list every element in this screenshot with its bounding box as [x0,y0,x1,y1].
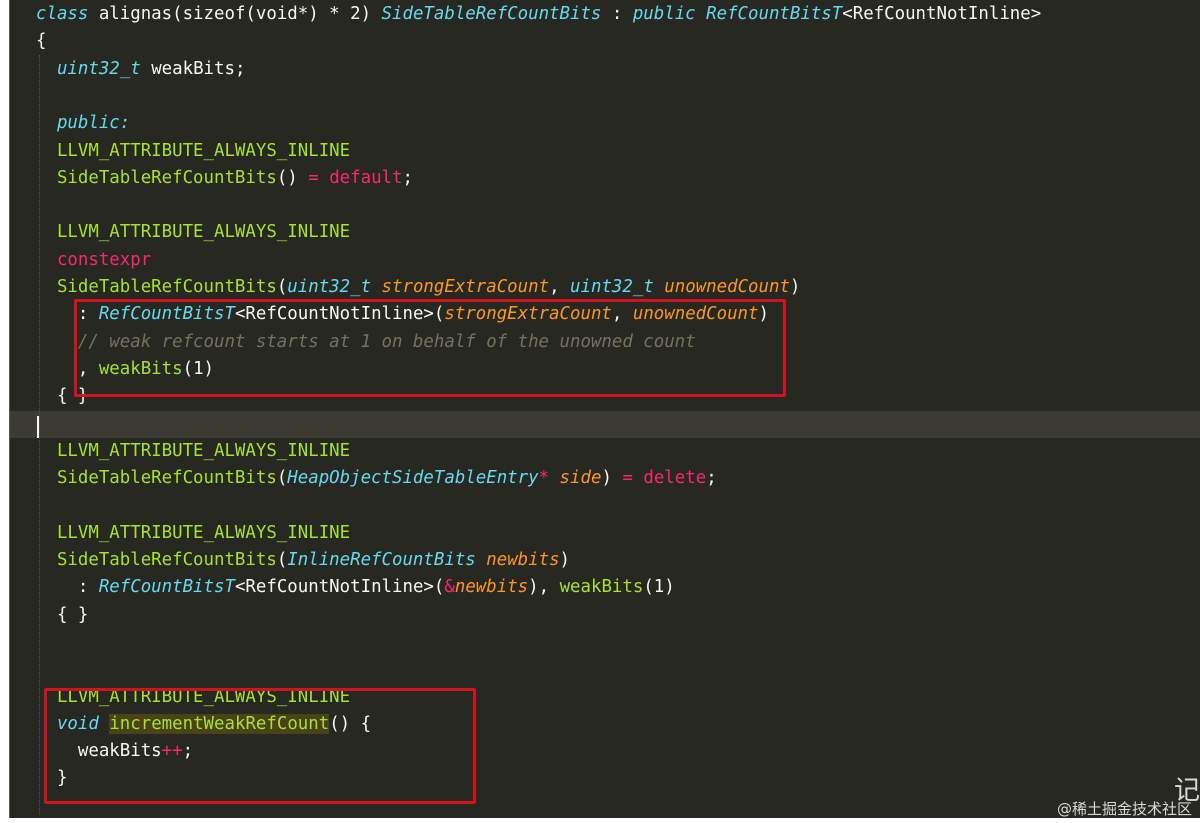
code-line[interactable]: uint32_t weakBits; [10,56,1200,83]
code-line[interactable]: { } [10,602,1200,629]
code-line[interactable] [10,656,1200,683]
code-token-plain: ( [276,550,288,570]
code-line[interactable]: LLVM_ATTRIBUTE_ALWAYS_INLINE [10,219,1200,246]
code-line[interactable]: SideTableRefCountBits(HeapObjectSideTabl… [10,465,1200,492]
code-token-param: newbits [454,577,529,598]
code-token-func: SideTableRefCountBits [36,550,277,570]
code-token-plain: <RefCountNotInline>( [234,577,445,598]
watermark: @稀土掘金技术社区 [1056,800,1192,818]
code-token-param: strongExtraCount [381,277,550,297]
code-token-func: SideTableRefCountBits [36,277,277,297]
code-token-class: RefCountBitsT [98,577,235,598]
code-token-plain: ; [706,468,717,489]
code-token-op: = [308,167,319,188]
text-caret [37,416,39,438]
code-token-op: constexpr [36,249,152,270]
code-token-plain: alignas(sizeof(void*) * 2) [88,4,382,24]
code-token-plain: <RefCountNotInline> [842,4,1042,24]
code-token-plain: : [36,577,99,598]
code-token-type: uint32_t [287,277,372,297]
code-token-func: SideTableRefCountBits [36,167,277,188]
code-token-op: default [329,167,403,188]
code-line[interactable]: SideTableRefCountBits(InlineRefCountBits… [10,547,1200,574]
code-token-keyword: class [36,4,89,24]
indent-guide [39,55,40,815]
code-line[interactable]: public: [10,110,1200,137]
code-token-plain: ( [276,277,288,297]
code-token-keyword: public [632,4,696,24]
code-token-macro: LLVM_ATTRIBUTE_ALWAYS_INLINE [36,222,351,243]
code-line[interactable] [10,83,1200,110]
code-token-func: weakBits [559,577,644,598]
code-line[interactable]: SideTableRefCountBits(uint32_t strongExt… [10,274,1200,301]
code-line[interactable] [10,192,1200,219]
code-line[interactable]: LLVM_ATTRIBUTE_ALWAYS_INLINE [10,138,1200,165]
code-token-class: HeapObjectSideTableEntry [287,468,539,489]
code-token-class: SideTableRefCountBits [381,4,602,24]
code-token-plain: : [601,4,633,24]
code-token-macro: LLVM_ATTRIBUTE_ALWAYS_INLINE [36,522,351,543]
code-line[interactable]: { [10,28,1200,55]
code-token-class: InlineRefCountBits [287,550,476,570]
code-line[interactable]: constexpr [10,247,1200,274]
code-token-op: delete [643,468,707,489]
code-line[interactable] [10,492,1200,519]
code-line[interactable]: SideTableRefCountBits() = default; [10,165,1200,192]
code-token-macro: LLVM_ATTRIBUTE_ALWAYS_INLINE [36,140,351,161]
code-token-class: RefCountBitsT [706,4,843,24]
code-line[interactable] [10,629,1200,656]
code-token-plain: { [36,31,47,52]
code-token-plain: ; [402,167,413,188]
code-token-func: SideTableRefCountBits [36,468,277,489]
code-token-op: & [444,577,455,598]
code-token-op: * [538,468,550,489]
code-line[interactable]: : RefCountBitsT<RefCountNotInline>(&newb… [10,574,1200,601]
code-token-plain: () [276,167,309,188]
code-token-plain: weakBits; [140,58,246,79]
code-line[interactable]: class alignas(sizeof(void*) * 2) SideTab… [10,1,1200,28]
code-token-param: side [559,468,602,489]
code-token-macro: LLVM_ATTRIBUTE_ALWAYS_INLINE [36,440,351,461]
annotation-box-increment-weak [44,688,476,804]
code-token-plain: ) [789,277,801,297]
code-token-param: unownedCount [664,277,790,297]
code-line[interactable]: LLVM_ATTRIBUTE_ALWAYS_INLINE [10,438,1200,465]
code-token-keyword: public: [56,113,131,134]
code-token-type: uint32_t [570,277,654,297]
annotation-box-constructor-init [74,299,786,397]
code-token-op: = [622,468,633,489]
code-token-plain: ( [276,468,288,489]
code-token-plain: (1) [643,577,675,598]
code-token-plain: ), [528,577,560,598]
code-token-plain: , [549,277,571,297]
code-token-plain: { } [36,604,89,625]
code-token-plain: ) [559,550,571,570]
code-token-type: uint32_t [56,58,141,79]
code-line-current[interactable] [10,410,1200,438]
code-editor[interactable]: class alignas(sizeof(void*) * 2) SideTab… [9,0,1200,818]
code-line[interactable]: LLVM_ATTRIBUTE_ALWAYS_INLINE [10,520,1200,547]
code-token-plain: ) [601,468,623,489]
code-token-param: newbits [486,550,560,570]
